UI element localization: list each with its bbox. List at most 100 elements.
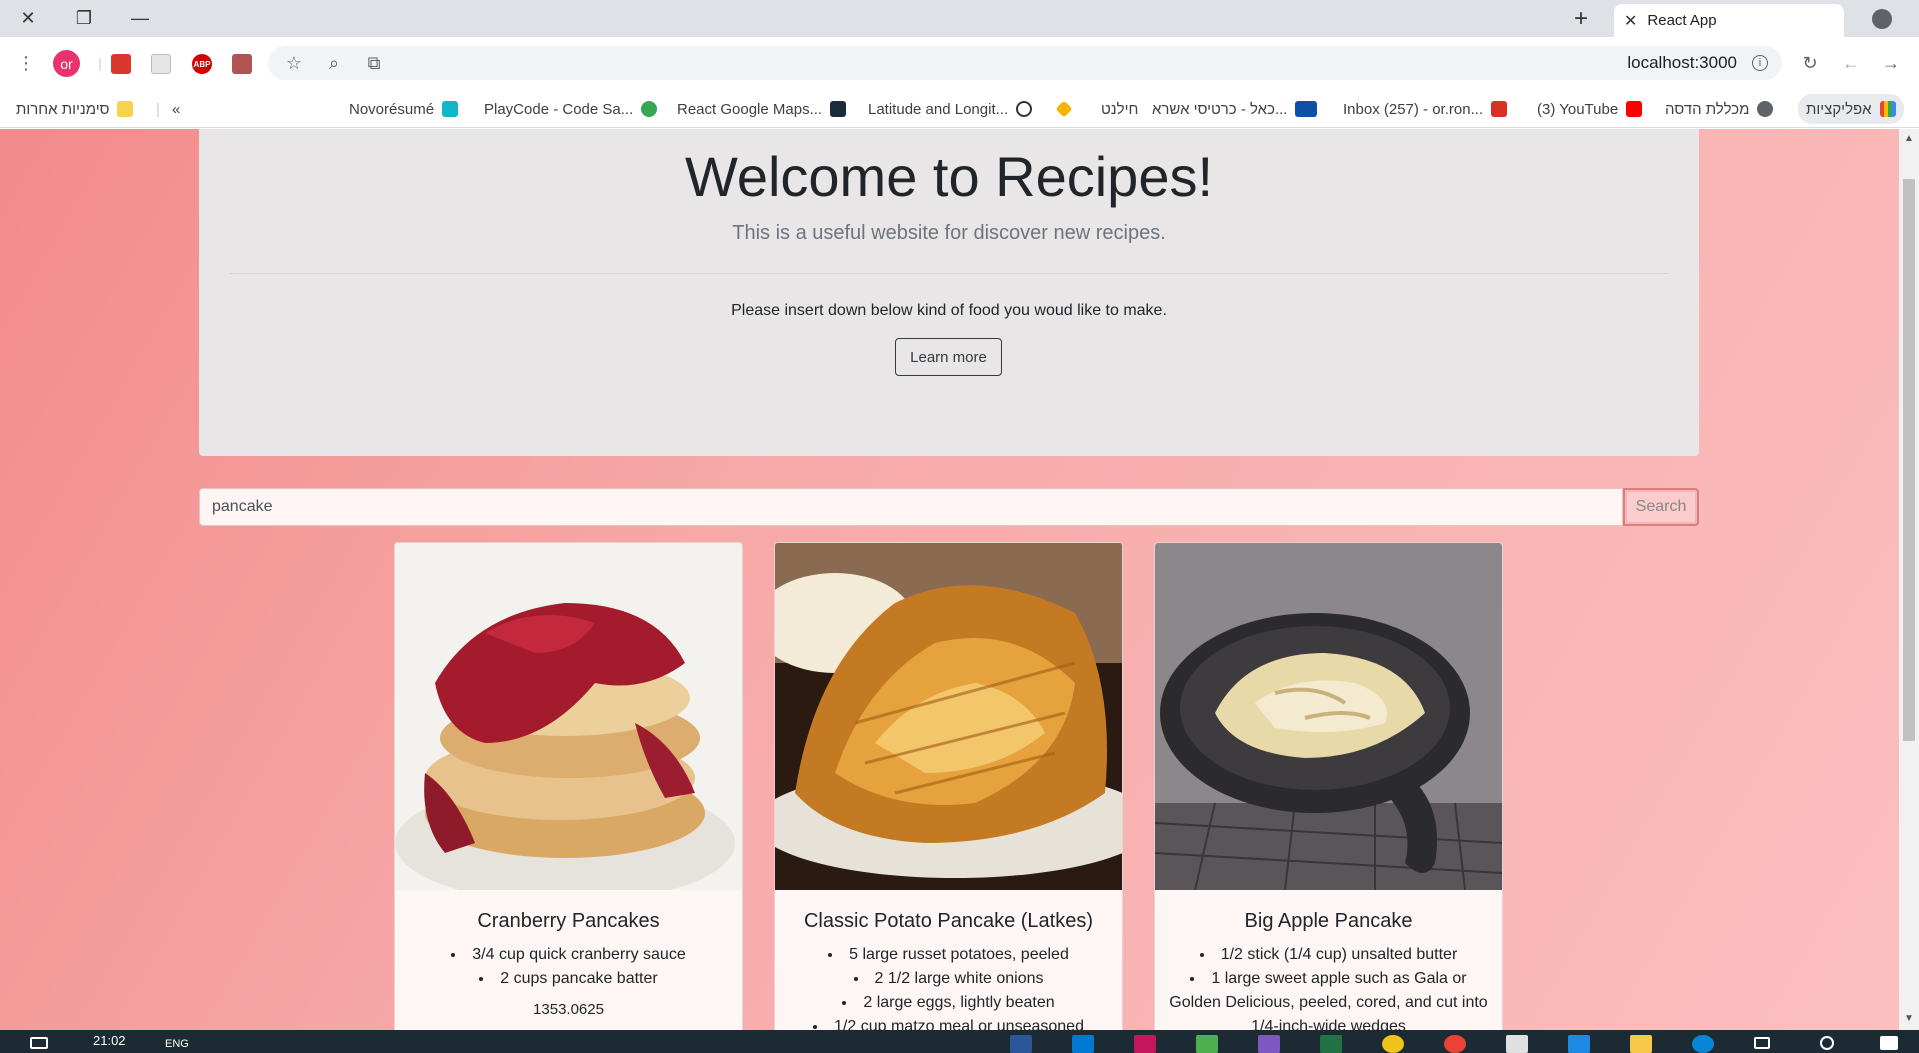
star-bookmark-icon[interactable]: ☆ <box>282 51 306 75</box>
page-viewport: Welcome to Recipes! This is a useful web… <box>0 129 1899 1030</box>
store-icon[interactable] <box>1506 1035 1528 1053</box>
recipe-calories: 1353.0625 <box>533 1001 604 1018</box>
back-icon[interactable]: → <box>1879 51 1903 75</box>
lens-search-icon[interactable]: ⌕ <box>322 51 346 75</box>
browser-icon[interactable] <box>1382 1035 1404 1053</box>
cranberry-pancakes-photo <box>395 543 742 890</box>
adblock-icon[interactable]: ABP <box>192 54 212 74</box>
reload-icon[interactable]: ↻ <box>1798 51 1822 75</box>
minimize-window-icon[interactable]: — <box>112 0 168 37</box>
os-taskbar: 21:02 ENG <box>0 1030 1919 1053</box>
potato-latkes-photo <box>775 543 1122 890</box>
apps-grid-icon <box>1879 101 1896 117</box>
edge-icon[interactable] <box>1692 1035 1714 1053</box>
forward-icon[interactable]: ← <box>1839 51 1863 75</box>
language-indicator[interactable]: ENG <box>165 1038 189 1050</box>
pdf-extension-icon[interactable] <box>232 54 252 74</box>
page-scrollbar[interactable]: ▲ ▼ <box>1899 129 1919 1030</box>
bookmark-item[interactable]: (3) YouTube <box>1537 90 1643 128</box>
jumbotron: Welcome to Recipes! This is a useful web… <box>199 129 1699 456</box>
tab-bar: ✕ ❐ — + ✕ React App <box>0 0 1919 37</box>
bookmark-item[interactable]: חילנט <box>1101 90 1138 128</box>
excel-icon[interactable] <box>1320 1035 1342 1053</box>
search-icon[interactable] <box>1820 1036 1834 1050</box>
tab-close-icon[interactable]: ✕ <box>1624 11 1637 31</box>
ingredient-item: 2 large eggs, lightly beaten <box>789 991 1108 1015</box>
bookmark-apps[interactable]: אפליקציות <box>1798 94 1904 124</box>
file-explorer-icon[interactable] <box>1630 1035 1652 1053</box>
app-icon[interactable] <box>1568 1035 1590 1053</box>
address-bar[interactable]: ☆ ⌕ ⧉ localhost:3000 i <box>268 46 1782 80</box>
react-icon <box>830 101 847 117</box>
divider: | <box>98 55 102 71</box>
task-view-icon[interactable] <box>1754 1037 1770 1049</box>
tab-title: React App <box>1647 12 1717 29</box>
folder-icon <box>117 101 134 117</box>
recipe-card-body: Classic Potato Pancake (Latkes) 5 large … <box>775 890 1122 1030</box>
bookmark-item[interactable]: Latitude and Longit... <box>868 90 1033 128</box>
extension-icon[interactable] <box>111 54 131 74</box>
learn-more-button[interactable]: Learn more <box>895 338 1002 376</box>
site-info-icon[interactable]: i <box>1752 55 1768 71</box>
recipe-title: Cranberry Pancakes <box>477 910 660 932</box>
search-prompt: Please insert down below kind of food yo… <box>731 302 1167 319</box>
bookmark-item[interactable] <box>1055 90 1073 128</box>
clock: 21:02 <box>93 1033 126 1048</box>
ingredient-item: 2 1/2 large white onions <box>789 967 1108 991</box>
bookmark-other-folder[interactable]: סימניות אחרות <box>16 90 134 128</box>
chrome-icon[interactable] <box>1444 1035 1466 1053</box>
ingredient-item: 5 large russet potatoes, peeled <box>789 943 1108 967</box>
bookmark-item[interactable]: כאל - כרטיסי אשרא... <box>1152 90 1318 128</box>
bookmark-item[interactable]: React Google Maps... <box>677 90 847 128</box>
start-icon[interactable] <box>1880 1036 1898 1050</box>
globe-icon <box>1757 101 1774 117</box>
bookmark-item[interactable]: מכללת הדסה <box>1665 90 1774 128</box>
close-window-icon[interactable]: ✕ <box>0 0 56 37</box>
ingredient-item: 3/4 cup quick cranberry sauce <box>409 943 728 967</box>
cal-icon <box>1295 101 1318 117</box>
search-input[interactable] <box>199 488 1623 526</box>
page-lead: This is a useful website for discover ne… <box>732 222 1166 244</box>
ingredient-item: 1/2 stick (1/4 cup) unsalted butter <box>1169 943 1488 967</box>
diamond-icon <box>1055 100 1073 118</box>
bookmarks-bar: סימניות אחרות | « Novorésumé PlayCode - … <box>0 90 1919 128</box>
divider <box>230 273 1668 274</box>
novoresume-icon <box>442 101 459 117</box>
extension-icon[interactable] <box>151 54 171 74</box>
tab-react-app[interactable]: ✕ React App <box>1614 4 1844 37</box>
intellij-icon[interactable] <box>1134 1035 1156 1053</box>
recipe-title: Big Apple Pancake <box>1244 910 1413 932</box>
ingredient-item: 2 cups pancake batter <box>409 967 728 991</box>
translate-icon[interactable]: ⧉ <box>362 51 386 75</box>
vscode-icon[interactable] <box>1072 1035 1094 1053</box>
youtube-icon <box>1626 101 1643 117</box>
search-form: Search <box>199 488 1699 526</box>
recipe-card: Classic Potato Pancake (Latkes) 5 large … <box>774 542 1123 1030</box>
scroll-down-icon[interactable]: ▼ <box>1904 1013 1914 1024</box>
apple-pancake-skillet-photo <box>1155 543 1502 890</box>
new-tab-button[interactable]: + <box>1566 4 1596 34</box>
word-icon[interactable] <box>1010 1035 1032 1053</box>
ingredient-item: 1/2 cup matzo meal or unseasoned <box>789 1015 1108 1030</box>
bookmark-item[interactable]: Novorésumé <box>349 90 459 128</box>
recipe-card-body: Cranberry Pancakes 3/4 cup quick cranber… <box>395 890 742 1018</box>
profile-avatar[interactable]: or <box>53 50 80 77</box>
scroll-up-icon[interactable]: ▲ <box>1904 133 1914 144</box>
bookmark-item[interactable]: Inbox (257) - or.ron... <box>1343 90 1508 128</box>
visual-studio-icon[interactable] <box>1258 1035 1280 1053</box>
bookmark-overflow-chevron[interactable]: « <box>172 90 180 128</box>
recipe-title: Classic Potato Pancake (Latkes) <box>803 910 1094 932</box>
recipe-card-body: Big Apple Pancake 1/2 stick (1/4 cup) un… <box>1155 890 1502 1030</box>
search-button[interactable]: Search <box>1623 488 1699 526</box>
gmail-icon <box>1491 101 1508 117</box>
app-icon[interactable] <box>1196 1035 1218 1053</box>
bookmark-item[interactable]: PlayCode - Code Sa... <box>484 90 658 128</box>
restore-window-icon[interactable]: ❐ <box>56 0 112 37</box>
browser-toolbar: ⋮ or | ABP ☆ ⌕ ⧉ localhost:3000 i ↻ ← → <box>0 37 1919 90</box>
url-text[interactable]: localhost:3000 <box>1627 53 1737 73</box>
globe-icon[interactable] <box>1872 9 1892 29</box>
compass-icon <box>1016 101 1033 117</box>
desktop-icon[interactable] <box>30 1037 48 1049</box>
menu-dots-icon[interactable]: ⋮ <box>14 51 38 75</box>
scrollbar-thumb[interactable] <box>1903 179 1915 741</box>
